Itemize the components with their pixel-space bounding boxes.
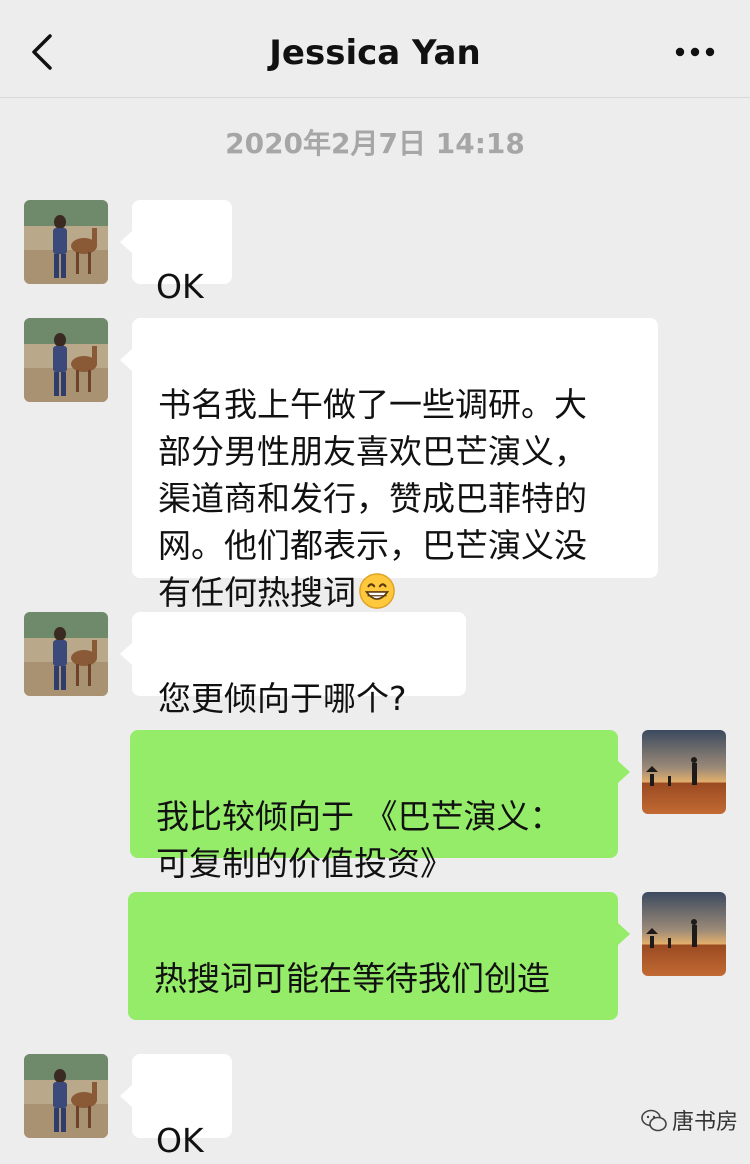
bubble-tail [120, 231, 132, 253]
message-bubble-incoming[interactable]: 您更倾向于哪个? [132, 612, 466, 718]
wechat-icon [641, 1109, 667, 1132]
message-bubble-outgoing[interactable]: 我比较倾向于 《巴芒演义： 可复制的价值投资》 [130, 730, 618, 883]
more-options-icon[interactable] [672, 36, 718, 68]
bubble-tail [618, 923, 630, 945]
watermark-text: 唐书房 [672, 1110, 739, 1135]
bubble-tail [618, 761, 630, 783]
chat-header: Jessica Yan [0, 0, 750, 98]
message-text: OK [156, 1121, 204, 1160]
message-bubble-incoming[interactable]: OK [132, 1054, 232, 1160]
my-avatar[interactable] [642, 892, 726, 976]
message-bubble-incoming[interactable]: OK [132, 200, 232, 306]
bubble-tail [120, 349, 132, 371]
message-text: 您更倾向于哪个? [158, 679, 407, 718]
contact-avatar[interactable] [24, 612, 108, 696]
message-timestamp: 2020年2月7日 14:18 [225, 127, 525, 160]
chat-title: Jessica Yan [269, 33, 481, 73]
bubble-tail [120, 1085, 132, 1107]
contact-avatar[interactable] [24, 318, 108, 402]
bubble-tail [120, 643, 132, 665]
contact-avatar[interactable] [24, 200, 108, 284]
message-text: 我比较倾向于 《巴芒演义： 可复制的价值投资》 [156, 797, 563, 883]
watermark: 唐书房 [640, 1105, 738, 1141]
message-text: OK [156, 267, 204, 306]
grinning-face-emoji-icon [359, 573, 395, 609]
message-text: 热搜词可能在等待我们创造 [154, 959, 550, 998]
message-bubble-outgoing[interactable]: 热搜词可能在等待我们创造 [128, 892, 618, 1136]
my-avatar[interactable] [642, 730, 726, 814]
contact-avatar[interactable] [24, 1054, 108, 1138]
message-bubble-incoming[interactable]: 书名我上午做了一些调研。大 部分男性朋友喜欢巴芒演义， 渠道商和发行，赞成巴菲特… [132, 318, 658, 612]
